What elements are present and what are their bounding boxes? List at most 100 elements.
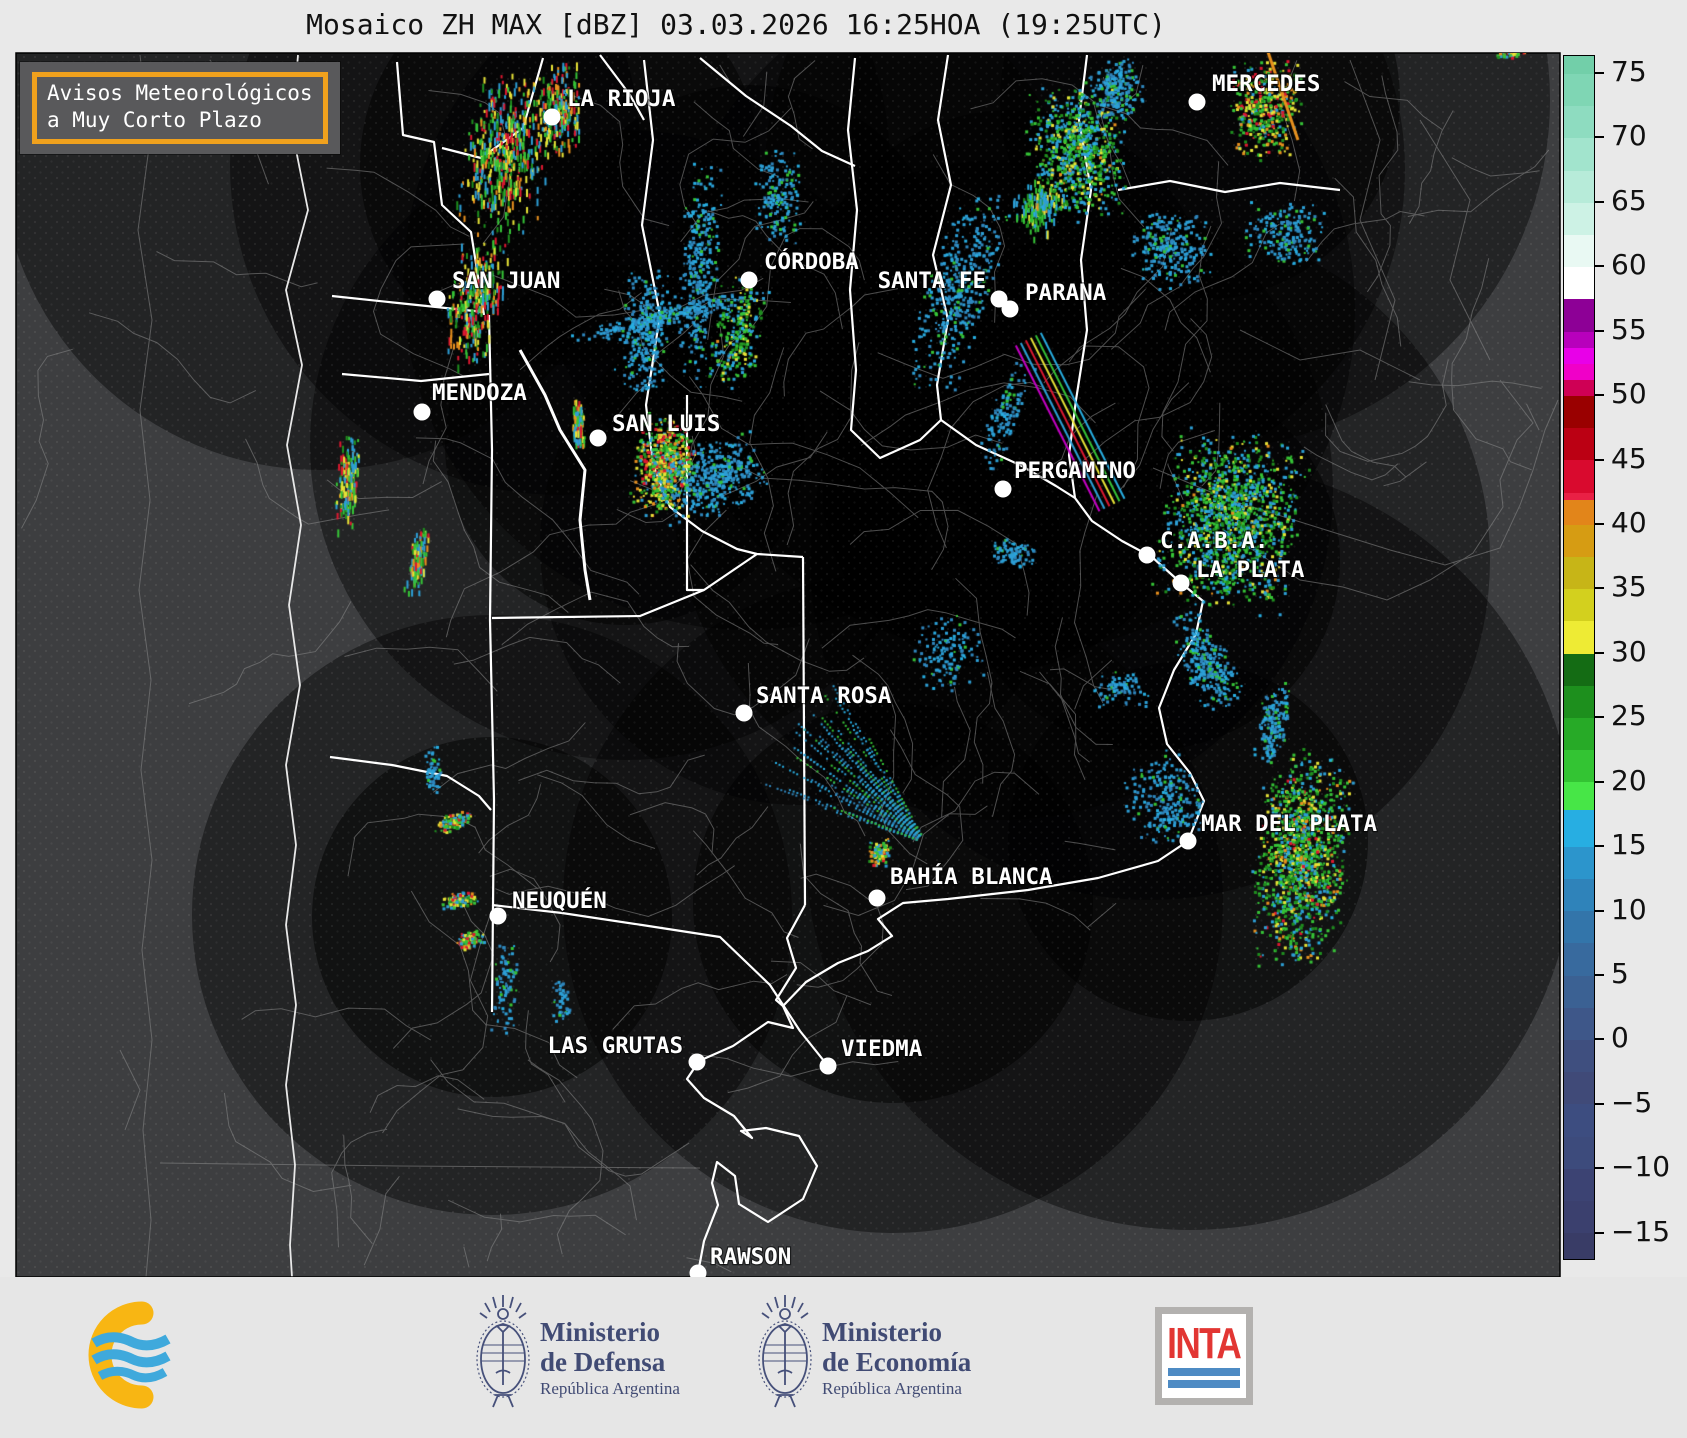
city-dot (489, 907, 507, 925)
colorbar-tick-label: 30 (1611, 634, 1647, 668)
colorbar-segment (1564, 1136, 1594, 1169)
city-dot (543, 108, 561, 126)
colorbar-tick (1594, 200, 1604, 203)
colorbar-segment (1564, 235, 1594, 268)
city-label: PERGAMINO (1014, 458, 1136, 484)
city-marker: SAN LUIS (589, 410, 722, 447)
colorbar-tick-label: 25 (1611, 699, 1647, 733)
colorbar-segment (1564, 202, 1594, 236)
colorbar-tick-label: 45 (1611, 441, 1647, 475)
city-marker: LAS GRUTAS (546, 1032, 706, 1071)
city-marker: NEUQUÉN (489, 885, 608, 925)
city-marker: LA PLATA (1172, 556, 1306, 592)
colorbar-segment (1564, 460, 1594, 493)
footer-logos: Servicio Meteorológico Nacional Argentin… (0, 1277, 1687, 1438)
city-label: NEUQUÉN (512, 886, 607, 914)
colorbar-segment (1564, 299, 1594, 332)
economia-crest-icon (758, 1295, 812, 1408)
colorbar-segment (1564, 557, 1594, 590)
inta-logo-text: INTA (1167, 1319, 1242, 1368)
city-dot (740, 271, 758, 289)
city-marker: CÓRDOBA (740, 246, 860, 289)
alert-line-1: Avisos Meteorológicos (47, 81, 313, 105)
colorbar-segment (1564, 911, 1594, 944)
city-dot (428, 290, 446, 308)
colorbar-tick (1594, 1102, 1604, 1105)
defensa-logo-text: Ministerio de Defensa República Argentin… (540, 1317, 680, 1398)
alert-badge[interactable]: Avisos Meteorológicos a Muy Corto Plazo (20, 62, 340, 154)
colorbar-tick-label: 55 (1611, 312, 1647, 346)
colorbar-segment (1564, 1233, 1594, 1259)
colorbar-segment (1564, 347, 1594, 364)
city-label: LA RIOJA (567, 86, 676, 112)
colorbar-tick-label: 0 (1611, 1021, 1629, 1055)
city-dot (1001, 300, 1019, 318)
city-marker: SANTA FE (876, 267, 1008, 308)
colorbar-tick-label: 70 (1611, 119, 1647, 153)
colorbar-tick-label: 10 (1611, 892, 1647, 926)
colorbar-segment (1564, 685, 1594, 719)
city-marker: VIEDMA (819, 1035, 924, 1075)
city-dot (868, 889, 886, 907)
colorbar-segment (1564, 943, 1594, 976)
city-label: LAS GRUTAS (548, 1033, 683, 1059)
colorbar-segment (1564, 500, 1594, 525)
colorbar-segment (1564, 524, 1594, 558)
city-label: SANTA FE (878, 268, 986, 294)
colorbar-segment (1564, 1201, 1594, 1234)
colorbar-segment (1564, 809, 1594, 847)
colorbar-tick (1594, 136, 1604, 139)
colorbar-tick (1594, 1167, 1604, 1170)
city-dot (1179, 832, 1197, 850)
colorbar-segment (1564, 331, 1594, 348)
city-label: BAHÍA BLANCA (890, 862, 1053, 890)
city-marker: MAR DEL PLATA (1179, 810, 1379, 850)
colorbar-tick (1594, 1231, 1604, 1234)
colorbar-segment (1564, 782, 1594, 810)
colorbar-segment (1564, 379, 1594, 397)
city-dot (994, 480, 1012, 498)
colorbar-segment (1564, 428, 1594, 461)
defensa-crest-icon (476, 1295, 530, 1408)
colorbar-tick (1594, 909, 1604, 912)
colorbar-segment (1564, 363, 1594, 380)
colorbar-tick-label: 40 (1611, 506, 1647, 539)
colorbar-segment (1564, 589, 1594, 622)
city-marker: MENDOZA (413, 379, 528, 421)
city-dot (589, 429, 607, 447)
city-marker: RAWSON (689, 1243, 792, 1282)
radar-mosaic-screen: Mosaico ZH MAX [dBZ] 03.03.2026 16:25HOA… (0, 0, 1687, 1438)
colorbar-segment (1564, 106, 1594, 139)
city-label: RAWSON (710, 1244, 791, 1270)
economia-logo-text: Ministerio de Economía República Argenti… (822, 1317, 972, 1398)
city-dot (1138, 546, 1156, 564)
city-dot (1172, 574, 1190, 592)
dbz-colorbar (1563, 55, 1595, 1260)
colorbar-tick-label: 35 (1611, 570, 1647, 604)
city-label: PARANA (1025, 280, 1107, 306)
city-marker: MERCEDES (1188, 70, 1322, 111)
inta-bar-2 (1168, 1380, 1240, 1388)
colorbar-tick (1594, 523, 1604, 525)
smn-logo-icon (88, 1301, 171, 1409)
colorbar-segment (1564, 621, 1594, 654)
city-label: SAN LUIS (612, 411, 720, 437)
city-label: MAR DEL PLATA (1201, 811, 1378, 837)
colorbar-tick (1594, 651, 1604, 654)
colorbar-segment (1564, 1007, 1594, 1041)
city-label: MENDOZA (432, 380, 527, 406)
city-marker: LA RIOJA (543, 85, 677, 126)
alert-line-2: a Muy Corto Plazo (47, 108, 262, 132)
colorbar-segment (1564, 396, 1594, 429)
colorbar-segment (1564, 879, 1594, 912)
colorbar-segment (1564, 718, 1594, 751)
colorbar-tick-label: 20 (1611, 763, 1647, 797)
city-labels-layer: LA RIOJA MERCEDES SAN JUAN CÓRDOBA SANTA FE P… (413, 70, 1379, 1282)
colorbar-tick-label: 50 (1611, 377, 1647, 411)
city-label: LA PLATA (1196, 557, 1305, 583)
city-marker: SAN JUAN (428, 267, 562, 308)
colorbar-segment (1564, 653, 1594, 686)
colorbar-tick (1594, 394, 1604, 397)
colorbar-tick (1594, 458, 1604, 461)
colorbar-segment (1564, 170, 1594, 203)
